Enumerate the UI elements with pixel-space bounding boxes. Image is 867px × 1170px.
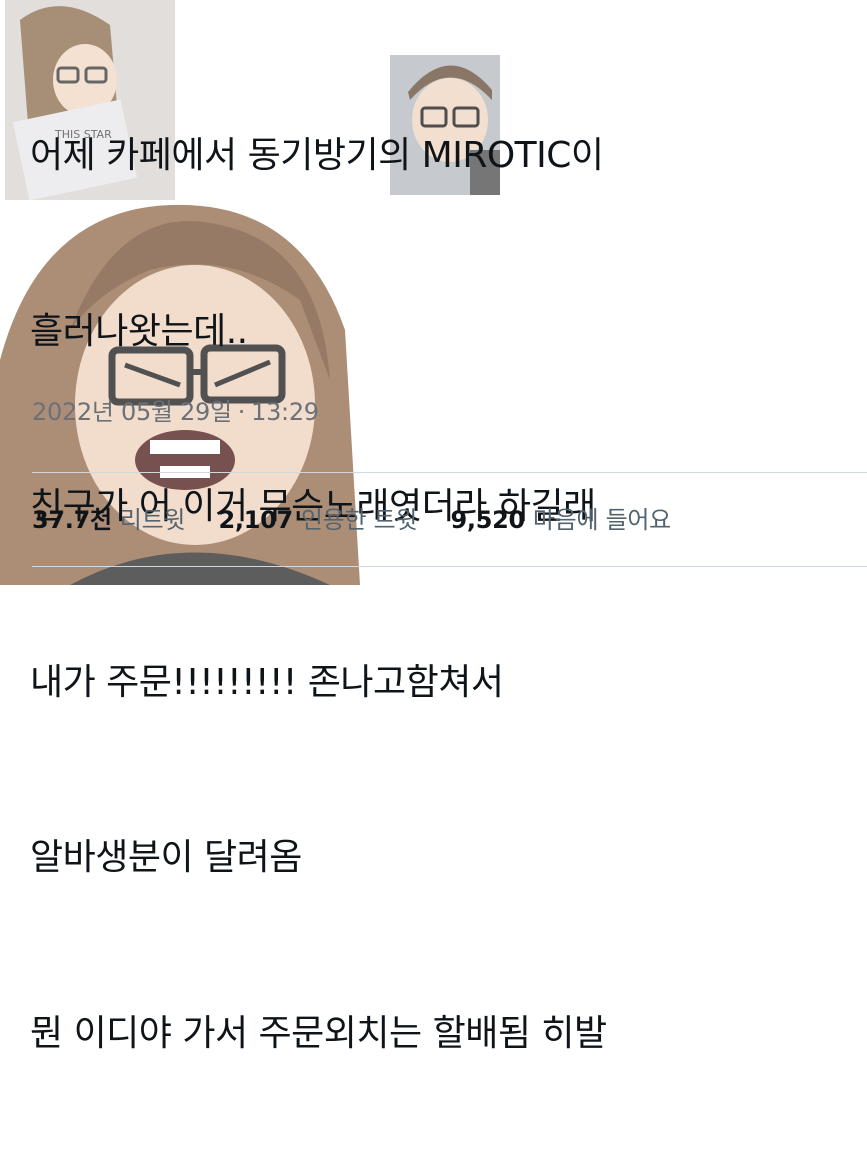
tweet-text-line: 어제 카페에서 동기방기의 MIROTIC이 [30,135,604,176]
tweet-time: 13:29 [251,398,319,426]
quotes-label: 인용한 트윗 [300,506,418,534]
tweet-text-line: 내가 주문!!!!!!!!! 존나고함쳐서 [30,661,504,703]
retweets-label: 리트윗 [119,506,186,534]
likes-stat[interactable]: 9,520 마음에 들어요 [450,500,671,535]
tweet-date: 2022년 05월 29일 [32,398,232,426]
tweet-text-line: 뭔 이디야 가서 주문외치는 할배됨 히발 [30,1012,607,1054]
quotes-count: 2,107 [218,506,293,534]
tweet-stats: 37.7천 리트윗 2,107 인용한 트윗 9,520 마음에 들어요 [32,500,697,535]
tweet-text-line: 알바생분이 달려옴 [30,837,302,878]
likes-label: 마음에 들어요 [532,506,671,534]
quotes-stat[interactable]: 2,107 인용한 트윗 [218,500,417,535]
tweet-timestamp[interactable]: 2022년 05월 29일 · 13:29 [32,392,319,427]
divider [32,566,867,567]
likes-count: 9,520 [450,506,525,534]
tweet: 어제 카페에서 동기방기의 MIROTIC이 흘러나왓는데.. 친구가 어 이거… [0,0,867,1054]
retweets-stat[interactable]: 37.7천 리트윗 [32,500,185,535]
tweet-text: 어제 카페에서 동기방기의 MIROTIC이 흘러나왓는데.. 친구가 어 이거… [30,10,607,1170]
tweet-text-line: 흘러나왓는데.. [30,310,248,352]
timestamp-separator: · [237,398,246,426]
retweets-count: 37.7천 [32,506,112,534]
divider [32,472,867,473]
